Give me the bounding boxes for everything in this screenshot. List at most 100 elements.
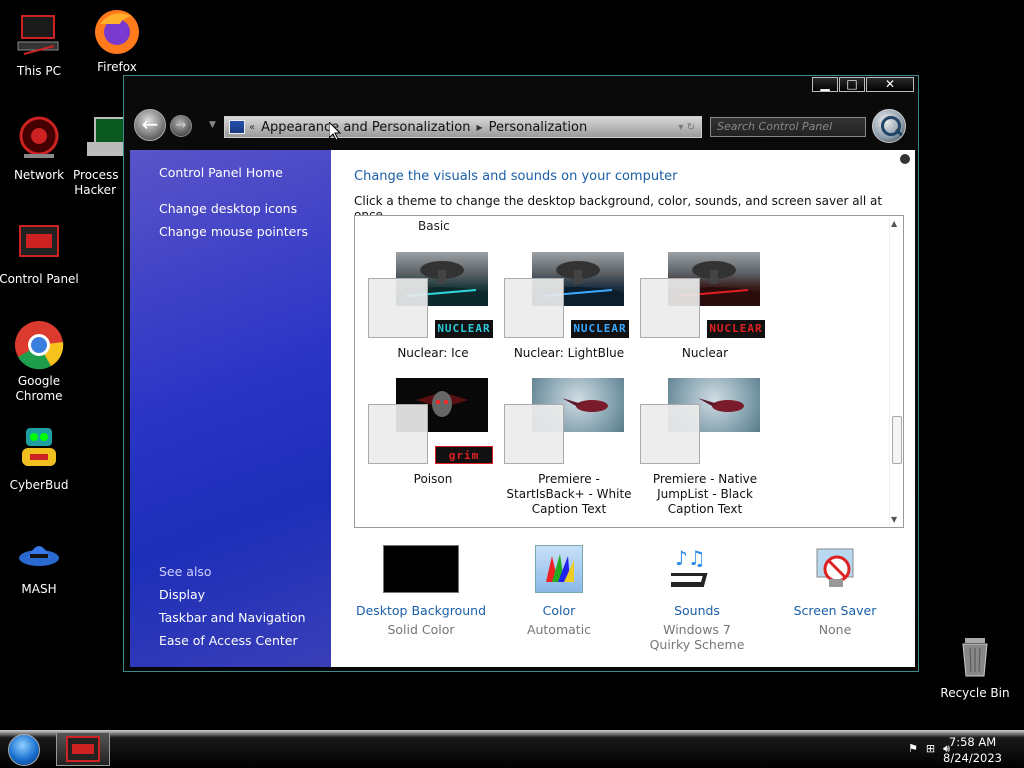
- scroll-down-arrow-icon[interactable]: ▼: [891, 515, 897, 524]
- display-link[interactable]: Display: [159, 587, 205, 602]
- start-button[interactable]: [8, 734, 40, 766]
- theme-badge: NUCLEAR: [435, 320, 493, 338]
- desktop-icon-recycle-bin[interactable]: Recycle Bin: [935, 632, 1015, 701]
- network-icon[interactable]: ⊞: [926, 742, 935, 756]
- desktop-background-value: Solid Color: [387, 622, 455, 637]
- see-also-heading: See also: [159, 564, 212, 579]
- sounds-option[interactable]: ♪♫ Sounds Windows 7 Quirky Scheme: [627, 545, 767, 652]
- theme-name: Premiere - StartIsBack+ - White Caption …: [506, 472, 632, 516]
- address-bar[interactable]: « Appearance and Personalization ▶ Perso…: [224, 116, 702, 138]
- clock[interactable]: 7:58 AM 8/24/2023: [943, 734, 1002, 766]
- sounds-value: Windows 7 Quirky Scheme: [649, 622, 745, 652]
- control-panel-icon: [229, 120, 245, 134]
- ease-of-access-center-link[interactable]: Ease of Access Center: [159, 633, 298, 648]
- action-center-flag-icon[interactable]: ⚑: [908, 742, 918, 756]
- theme-name: Nuclear: Ice: [397, 346, 469, 360]
- change-desktop-icons-link[interactable]: Change desktop icons: [159, 201, 297, 216]
- maximize-button[interactable]: □: [839, 77, 865, 92]
- screen-saver-value: None: [818, 622, 852, 637]
- desktop-icon-process-hacker[interactable]: Process Hacker: [73, 114, 130, 198]
- window-color-swatch: [640, 404, 700, 464]
- minimize-button[interactable]: ▁: [812, 77, 838, 92]
- forward-button[interactable]: →: [170, 115, 192, 137]
- theme-list-scrollbar[interactable]: ▲ ▼: [889, 216, 903, 527]
- control-panel-icon: [66, 736, 100, 762]
- desktop-icon-label: Firefox: [97, 60, 137, 74]
- theme-name: Nuclear: [681, 346, 729, 360]
- desktop-icon-this-pc[interactable]: This PC: [0, 10, 79, 79]
- svg-text:♪♫: ♪♫: [675, 546, 706, 570]
- theme-item-premiere-native-jumplist[interactable]: Premiere - Native JumpList - Black Capti…: [640, 378, 770, 517]
- screen-saver-icon: [811, 545, 859, 593]
- task-pane: Control Panel Home Change desktop icons …: [130, 150, 331, 667]
- theme-item-nuclear-ice[interactable]: NUCLEAR Nuclear: Ice: [368, 252, 498, 361]
- screen-saver-link[interactable]: Screen Saver: [765, 603, 905, 618]
- clock-date: 8/24/2023: [943, 751, 1002, 765]
- theme-name: Nuclear: LightBlue: [513, 346, 625, 360]
- desktop-icon-mash[interactable]: MASH: [0, 528, 79, 597]
- recent-pages-dropdown[interactable]: ▼: [209, 120, 216, 130]
- theme-preview: NUCLEAR: [640, 252, 770, 340]
- desktop-background-option[interactable]: Desktop Background Solid Color: [351, 545, 491, 637]
- close-button[interactable]: ✕: [866, 77, 914, 92]
- theme-item-premiere-startisback[interactable]: Premiere - StartIsBack+ - White Caption …: [504, 378, 634, 517]
- desktop-icon-label: CyberBud: [9, 478, 69, 492]
- desktop-icon-label: MASH: [21, 582, 57, 596]
- search-input[interactable]: Search Control Panel: [710, 117, 866, 137]
- alien-icon: [900, 154, 910, 164]
- cyberbud-icon: [14, 424, 64, 474]
- desktop-icon-label: Control Panel: [0, 272, 79, 286]
- desktop-icon-label: This PC: [17, 64, 61, 78]
- theme-preview: grim: [368, 378, 498, 466]
- mouse-cursor-icon: [328, 120, 342, 144]
- scroll-up-arrow-icon[interactable]: ▲: [891, 219, 897, 228]
- control-panel-home-link[interactable]: Control Panel Home: [159, 165, 283, 180]
- desktop-icon-cyberbud[interactable]: CyberBud: [0, 424, 79, 493]
- theme-preview: NUCLEAR: [368, 252, 498, 340]
- color-option[interactable]: Color Automatic: [489, 545, 629, 637]
- desktop-icon-label: Recycle Bin: [940, 686, 1010, 700]
- process-hacker-icon: [77, 114, 128, 164]
- desktop-icon-label: Network: [13, 168, 65, 182]
- back-button[interactable]: ←: [134, 109, 166, 141]
- desktop-icon-control-panel[interactable]: Control Panel: [0, 218, 79, 287]
- breadcrumb-separator[interactable]: ▶: [476, 123, 482, 132]
- taskbar-and-navigation-link[interactable]: Taskbar and Navigation: [159, 610, 306, 625]
- globe-icon: [14, 114, 64, 164]
- change-mouse-pointers-link[interactable]: Change mouse pointers: [159, 224, 308, 239]
- personalization-window: ▁ □ ✕ ← → ▼ « Appearance and Personaliza…: [123, 75, 919, 672]
- scrollbar-thumb[interactable]: [892, 416, 902, 464]
- caption-buttons: ▁ □ ✕: [811, 77, 914, 92]
- color-value: Automatic: [526, 622, 592, 637]
- breadcrumb-appearance-and-personalization[interactable]: Appearance and Personalization: [261, 120, 470, 135]
- control-panel-icon: [14, 218, 64, 268]
- screen-saver-option[interactable]: Screen Saver None: [765, 545, 905, 637]
- refresh-icon[interactable]: ▾ ↻: [678, 122, 695, 133]
- theme-item-poison[interactable]: grim Poison: [368, 378, 498, 487]
- mash-icon: [14, 528, 64, 578]
- desktop-icon-google-chrome[interactable]: Google Chrome: [0, 320, 79, 404]
- taskbar: ⚑ ⊞ 🔊︎ 7:58 AM 8/24/2023: [0, 730, 1024, 768]
- clock-time: 7:58 AM: [948, 735, 997, 749]
- theme-item-nuclear-lightblue[interactable]: NUCLEAR Nuclear: LightBlue: [504, 252, 634, 361]
- window-color-swatch: [640, 278, 700, 338]
- theme-preview: [640, 378, 770, 466]
- theme-item-nuclear[interactable]: NUCLEAR Nuclear: [640, 252, 770, 361]
- theme-badge: NUCLEAR: [707, 320, 765, 338]
- search-button[interactable]: [872, 109, 906, 143]
- breadcrumb-overflow[interactable]: «: [249, 122, 255, 133]
- desktop-background-link[interactable]: Desktop Background: [351, 603, 491, 618]
- theme-list[interactable]: Basic NUCLEAR Nuclear: Ice NUCLEAR Nucle…: [354, 215, 904, 528]
- theme-name: Poison: [413, 472, 453, 486]
- desktop-icon-network[interactable]: Network: [0, 114, 79, 183]
- desktop-icon-firefox[interactable]: Firefox: [77, 6, 157, 75]
- sounds-icon: ♪♫: [663, 545, 723, 593]
- desktop-icon-label: Google Chrome: [15, 374, 63, 403]
- sounds-link[interactable]: Sounds: [627, 603, 767, 618]
- firefox-icon: [92, 6, 142, 56]
- color-link[interactable]: Color: [489, 603, 629, 618]
- page-title: Change the visuals and sounds on your co…: [354, 169, 678, 184]
- taskbar-app-control-panel[interactable]: [56, 732, 110, 766]
- breadcrumb-personalization[interactable]: Personalization: [489, 120, 588, 135]
- chrome-icon: [14, 320, 64, 370]
